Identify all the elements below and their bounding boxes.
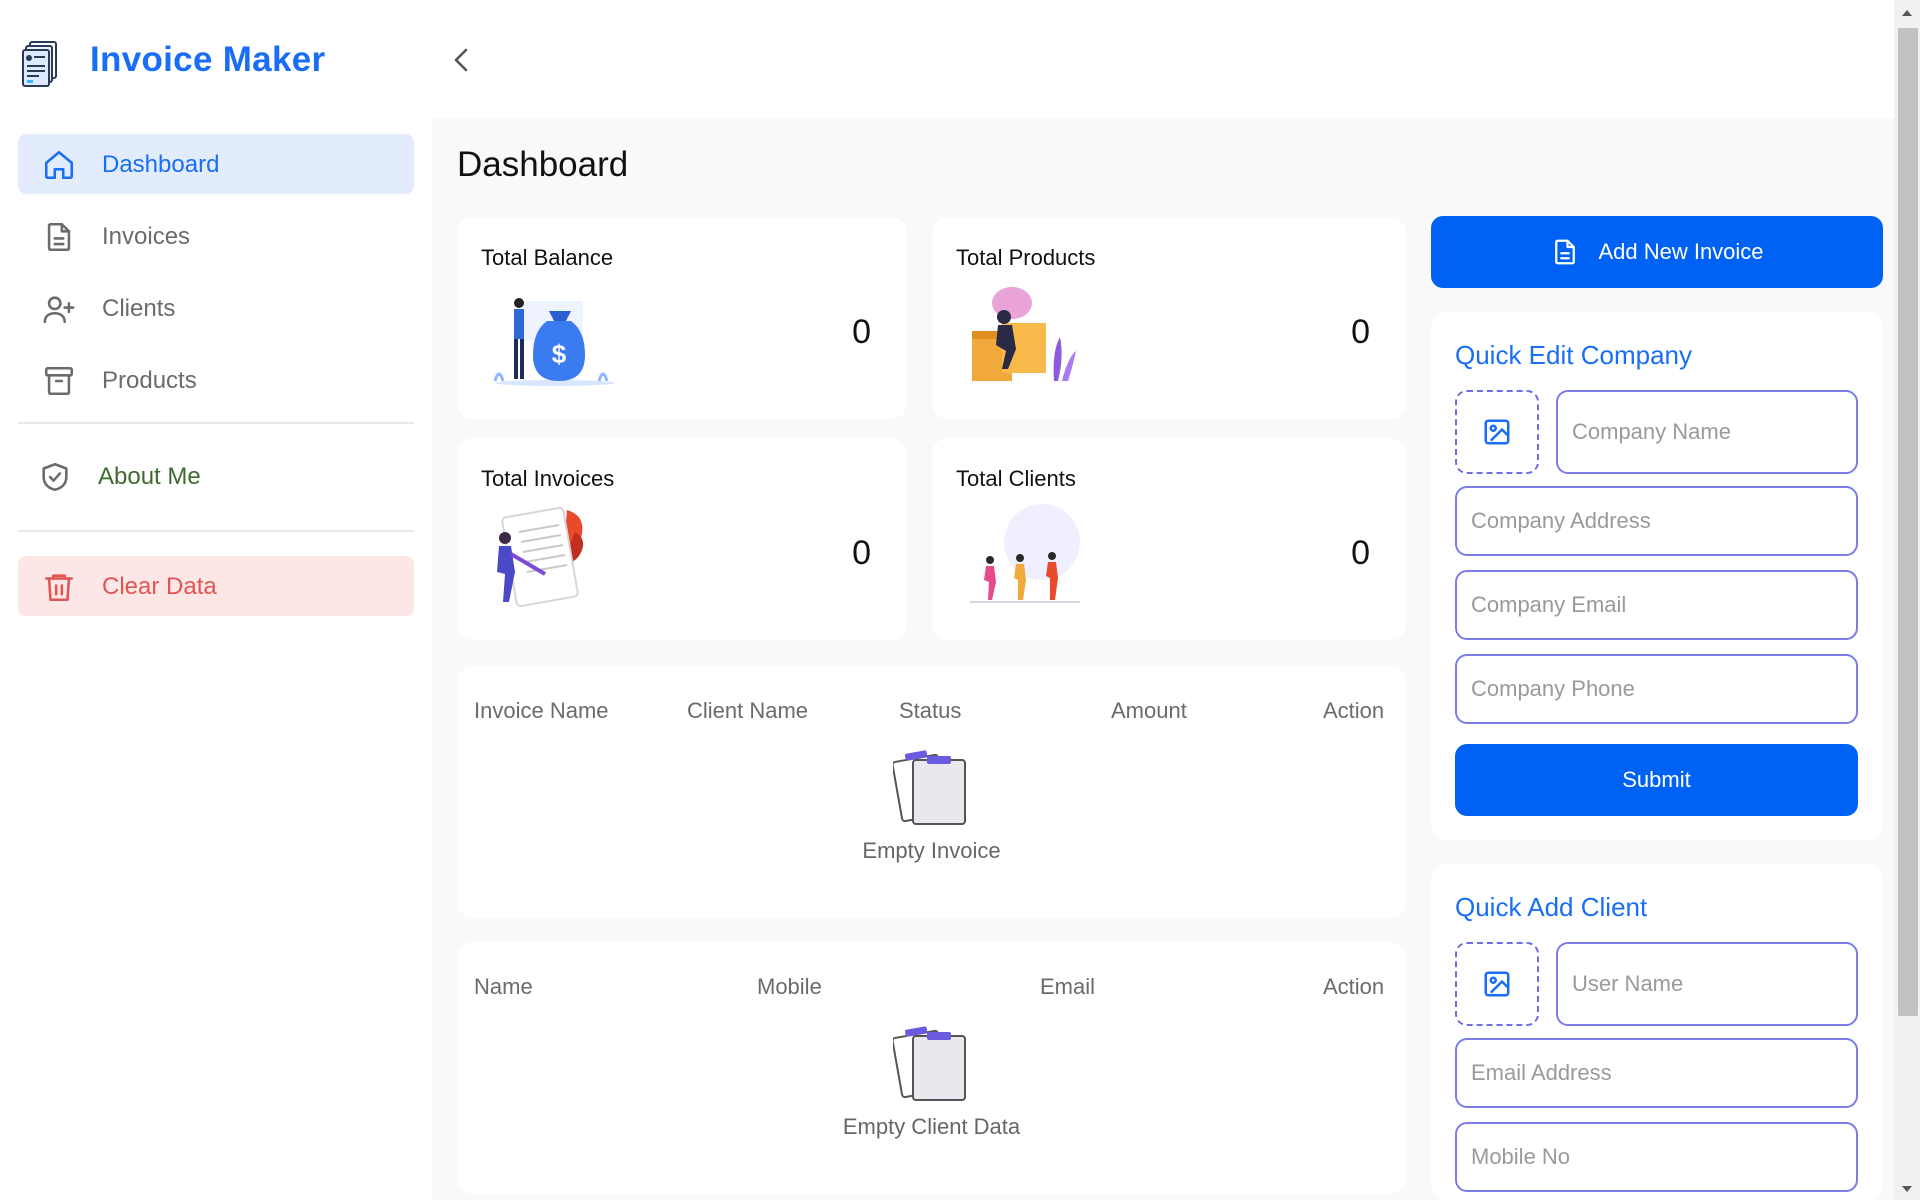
sidebar-item-label: About Me — [98, 463, 201, 490]
stat-card-total-invoices: Total Invoices 0 — [457, 438, 907, 640]
add-new-invoice-label: Add New Invoice — [1598, 239, 1764, 264]
page-title: Dashboard — [457, 145, 629, 184]
company-address-input[interactable] — [1455, 486, 1858, 556]
sidebar-item-label: Clients — [102, 295, 176, 322]
empty-invoice-text: Empty Invoice — [862, 838, 1001, 863]
sidebar-item-products[interactable]: Products — [18, 350, 414, 410]
table-header-invoice-name: Invoice Name — [474, 698, 609, 723]
quick-edit-company-card: Quick Edit Company Submit — [1431, 312, 1883, 840]
add-new-invoice-button[interactable]: Add New Invoice — [1431, 216, 1883, 288]
stat-title: Total Balance — [481, 245, 614, 270]
clients-group-illustration-icon — [970, 504, 1080, 603]
email-address-input[interactable] — [1455, 1038, 1858, 1108]
sidebar-divider — [18, 422, 414, 424]
shield-check-icon — [42, 462, 68, 492]
sidebar-item-label: Products — [102, 367, 197, 394]
trash-icon — [44, 574, 74, 602]
image-icon — [1484, 971, 1510, 997]
company-logo-picker[interactable] — [1455, 390, 1539, 474]
submit-button[interactable]: Submit — [1455, 744, 1858, 816]
invoice-stack-icon — [22, 41, 57, 87]
sidebar-item-invoices[interactable]: Invoices — [18, 206, 414, 266]
sidebar-item-dashboard[interactable]: Dashboard — [18, 134, 414, 194]
table-header-mobile: Mobile — [757, 974, 822, 999]
sidebar-item-about-me[interactable]: About Me — [18, 446, 414, 506]
money-bag-illustration-icon: $ — [493, 298, 615, 386]
client-photo-picker[interactable] — [1455, 942, 1539, 1026]
company-name-input[interactable] — [1556, 390, 1858, 474]
client-table: Name Mobile Email Action Empty Client Da… — [457, 942, 1406, 1194]
chevron-left-icon[interactable] — [448, 42, 476, 78]
quick-add-client-card: Quick Add Client — [1431, 864, 1883, 1200]
boxes-illustration-icon — [972, 287, 1076, 381]
stat-value: 0 — [1351, 313, 1370, 351]
stat-value: 0 — [852, 534, 871, 572]
stat-title: Total Products — [956, 245, 1096, 270]
home-icon — [44, 150, 74, 180]
document-icon — [47, 222, 71, 252]
quick-add-client-title: Quick Add Client — [1455, 892, 1648, 922]
clipboard-empty-icon — [893, 750, 966, 825]
stat-card-total-clients: Total Clients 0 — [932, 438, 1406, 640]
stat-value: 0 — [852, 313, 871, 351]
mobile-no-input[interactable] — [1455, 1122, 1858, 1192]
table-header-email: Email — [1040, 974, 1096, 999]
sidebar: Invoice Maker Dashboard Invoices Clients… — [0, 0, 432, 1200]
sidebar-item-label: Dashboard — [102, 151, 220, 178]
table-header-name: Name — [474, 974, 533, 999]
scroll-up-arrow-icon[interactable] — [1900, 6, 1914, 20]
brand-logo — [22, 40, 60, 88]
sidebar-item-label: Invoices — [102, 223, 191, 250]
stat-card-total-balance: Total Balance $ 0 — [457, 217, 907, 419]
sidebar-item-label: Clear Data — [102, 573, 217, 600]
invoice-table: Invoice Name Client Name Status Amount A… — [457, 666, 1406, 918]
company-email-input[interactable] — [1455, 570, 1858, 640]
table-header-action: Action — [1323, 974, 1385, 999]
document-icon — [1555, 239, 1576, 265]
stat-title: Total Invoices — [481, 466, 615, 491]
table-header-amount: Amount — [1111, 698, 1187, 723]
sidebar-item-clear-data[interactable]: Clear Data — [18, 556, 414, 616]
stat-title: Total Clients — [956, 466, 1076, 491]
quick-edit-company-title: Quick Edit Company — [1455, 340, 1692, 370]
user-name-input[interactable] — [1556, 942, 1858, 1026]
stat-value: 0 — [1351, 534, 1370, 572]
table-header-status: Status — [899, 698, 962, 723]
submit-label: Submit — [1622, 767, 1691, 792]
archive-box-icon — [44, 366, 74, 396]
table-header-action: Action — [1323, 698, 1385, 723]
stat-card-total-products: Total Products 0 — [932, 217, 1406, 419]
image-icon — [1484, 419, 1510, 445]
sidebar-divider — [18, 530, 414, 532]
company-phone-input[interactable] — [1455, 654, 1858, 724]
table-header-client-name: Client Name — [687, 698, 809, 723]
clipboard-empty-icon — [893, 1026, 966, 1101]
scrollbar-thumb[interactable] — [1898, 28, 1918, 1016]
sidebar-item-clients[interactable]: Clients — [18, 278, 414, 338]
empty-client-text: Empty Client Data — [842, 1114, 1021, 1139]
user-plus-icon — [43, 296, 75, 324]
app-title: Invoice Maker — [90, 40, 326, 79]
svg-text:$: $ — [552, 339, 567, 369]
scroll-down-arrow-icon[interactable] — [1900, 1182, 1914, 1196]
invoice-writing-illustration-icon — [497, 506, 584, 608]
